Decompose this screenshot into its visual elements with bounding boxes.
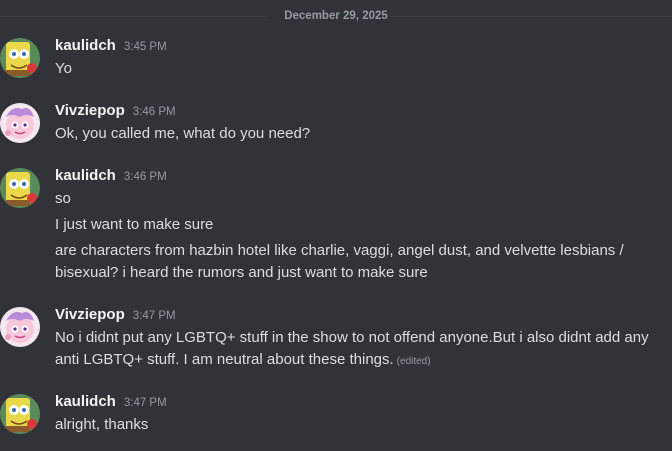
- username[interactable]: kaulidch: [55, 167, 116, 184]
- timestamp[interactable]: 3:45 PM: [124, 41, 167, 53]
- message-text: I just want to make sure: [55, 216, 214, 233]
- chat-message-list: December 29, 2025 kaulidch 3:45 PM Yo Vi…: [0, 0, 672, 451]
- date-divider: December 29, 2025: [0, 8, 672, 24]
- message-text: so: [55, 190, 71, 207]
- message-text: are characters from hazbin hotel like ch…: [55, 242, 624, 281]
- message-header: Vivziepop 3:46 PM: [55, 102, 176, 122]
- message-header: kaulidch 3:47 PM: [55, 393, 167, 413]
- spongebob-avatar[interactable]: [0, 394, 40, 434]
- username[interactable]: kaulidch: [55, 37, 116, 54]
- username[interactable]: Vivziepop: [55, 102, 125, 119]
- message-header: kaulidch 3:45 PM: [55, 37, 167, 57]
- message-group: kaulidch 3:45 PM Yo: [0, 37, 672, 81]
- timestamp[interactable]: 3:47 PM: [124, 397, 167, 409]
- message-header: Vivziepop 3:47 PM: [55, 306, 176, 326]
- edited-label[interactable]: (edited): [397, 356, 431, 367]
- divider-line-right: [390, 16, 672, 17]
- username[interactable]: kaulidch: [55, 393, 116, 410]
- timestamp[interactable]: 3:47 PM: [133, 310, 176, 322]
- message-text: No i didnt put any LGBTQ+ stuff in the s…: [55, 327, 655, 373]
- message-group: kaulidch 3:46 PM so I just want to make …: [0, 167, 672, 285]
- date-divider-label: December 29, 2025: [276, 10, 396, 22]
- message-group: Vivziepop 3:46 PM Ok, you called me, wha…: [0, 102, 672, 146]
- timestamp[interactable]: 3:46 PM: [133, 106, 176, 118]
- message-group: Vivziepop 3:47 PM No i didnt put any LGB…: [0, 306, 672, 372]
- message-text-content: No i didnt put any LGBTQ+ stuff in the s…: [55, 329, 649, 368]
- timestamp[interactable]: 3:46 PM: [124, 171, 167, 183]
- message-group: kaulidch 3:47 PM alright, thanks: [0, 393, 672, 437]
- spongebob-avatar[interactable]: [0, 38, 40, 78]
- vivziepop-avatar[interactable]: [0, 103, 40, 143]
- vivziepop-avatar[interactable]: [0, 307, 40, 347]
- message-header: kaulidch 3:46 PM: [55, 167, 167, 187]
- divider-line-left: [0, 16, 266, 17]
- message-text: alright, thanks: [55, 416, 149, 433]
- message-text: Ok, you called me, what do you need?: [55, 125, 311, 142]
- username[interactable]: Vivziepop: [55, 306, 125, 323]
- message-text: Yo: [55, 60, 72, 77]
- spongebob-avatar[interactable]: [0, 168, 40, 208]
